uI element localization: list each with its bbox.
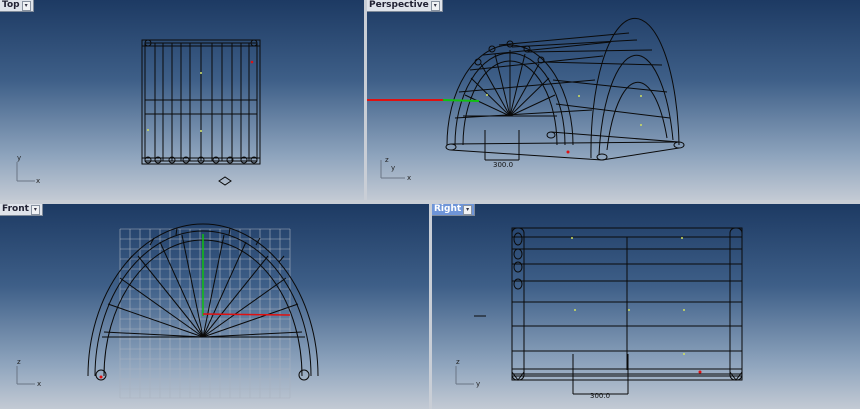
right-tab-label: Right <box>434 204 462 214</box>
perspective-view-model: 300.0 z y x <box>367 17 685 182</box>
right-axis-z-label: z <box>456 358 460 366</box>
chevron-down-icon[interactable]: ▾ <box>21 0 31 11</box>
viewport-right[interactable]: 300.0 z y Right ▾ <box>432 204 860 409</box>
viewport-perspective[interactable]: 300.0 z y x Perspective ▾ <box>367 0 860 200</box>
right-dimension-label: 300.0 <box>590 392 610 400</box>
chevron-down-icon[interactable]: ▾ <box>463 204 473 215</box>
top-axis-y-label: y <box>17 154 21 162</box>
viewport-top[interactable]: y x Top ▾ <box>0 0 364 200</box>
tab-front[interactable]: Front ▾ <box>0 204 43 216</box>
tab-right[interactable]: Right ▾ <box>432 204 476 216</box>
chevron-down-icon[interactable]: ▾ <box>430 0 440 11</box>
tab-top[interactable]: Top ▾ <box>0 0 34 12</box>
front-axis-z-label: z <box>17 358 21 366</box>
perspective-axis-z-label: z <box>385 156 389 164</box>
top-view-model: y x <box>16 39 261 186</box>
front-view-model: z x <box>16 223 319 399</box>
front-tab-label: Front <box>2 204 29 214</box>
top-tab-label: Top <box>2 0 20 10</box>
perspective-axis-x-label: x <box>407 174 411 182</box>
perspective-axis-y-label: y <box>391 164 395 172</box>
perspective-dimension-label: 300.0 <box>493 161 513 169</box>
front-axis-x-label: x <box>37 380 41 388</box>
right-view-model: 300.0 z y <box>455 227 743 400</box>
right-axis-y-label: y <box>476 380 480 388</box>
perspective-tab-label: Perspective <box>369 0 429 10</box>
top-axis-x-label: x <box>36 177 40 185</box>
chevron-down-icon[interactable]: ▾ <box>30 204 40 215</box>
viewport-front[interactable]: z x Front ▾ <box>0 204 429 409</box>
tab-perspective[interactable]: Perspective ▾ <box>367 0 443 12</box>
